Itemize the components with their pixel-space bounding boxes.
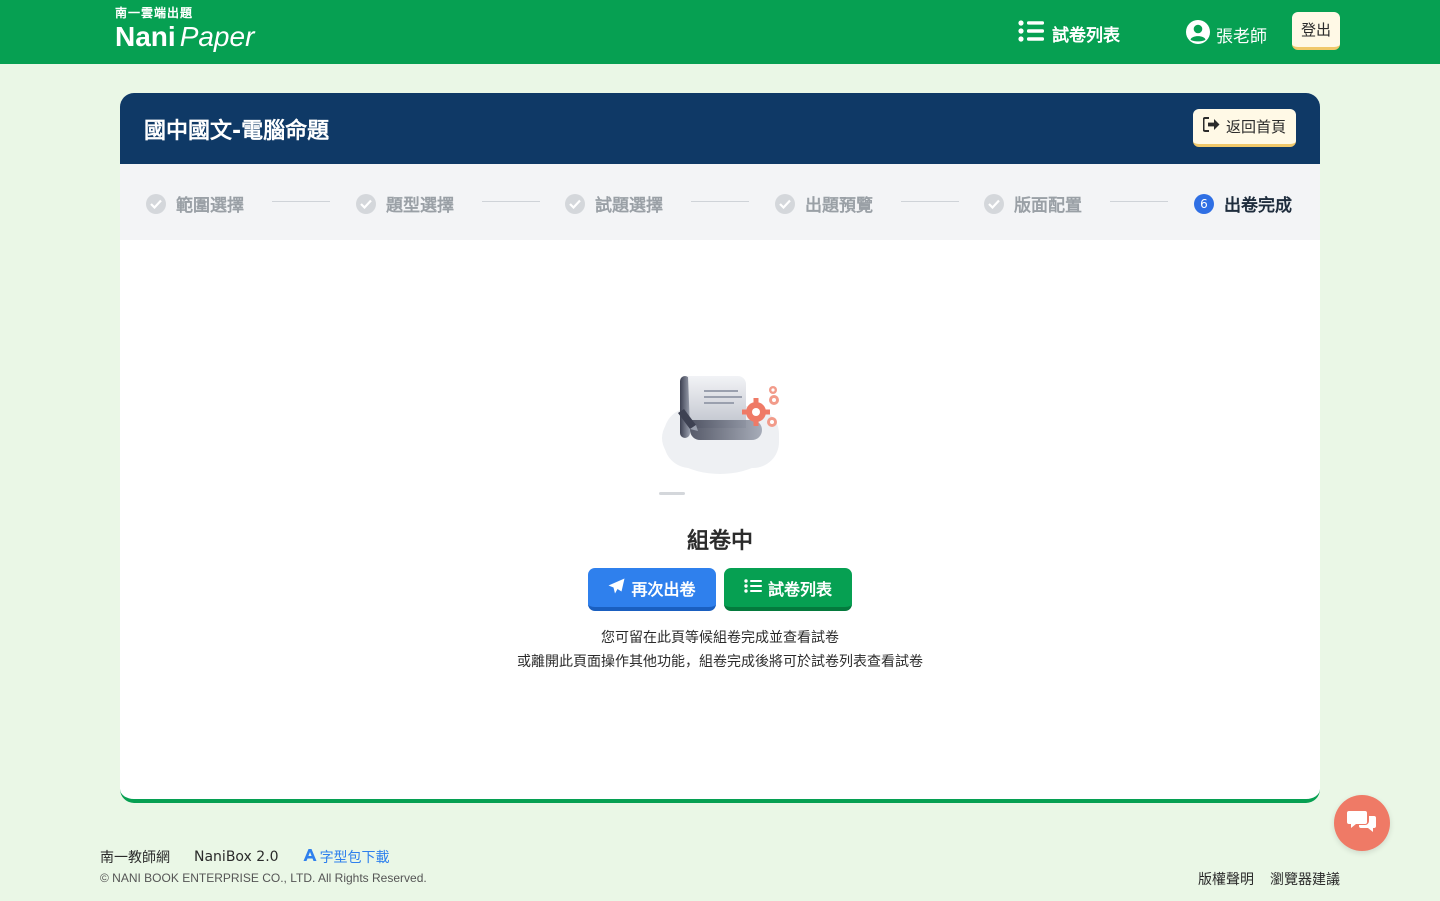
browser-suggestion-link[interactable]: 瀏覽器建議 [1270, 869, 1340, 889]
loading-dash [659, 492, 685, 495]
step-label: 試題選擇 [595, 196, 663, 216]
paper-plane-icon [608, 578, 625, 598]
step-layout: 版面配置 [984, 191, 1082, 216]
footer-links: 南一教師網 NaniBox 2.0 字型包下載 [100, 847, 390, 867]
check-circle-icon [984, 193, 1004, 214]
font-download-label: 字型包下載 [319, 850, 390, 866]
page-title: 國中國文-電腦命題 [144, 119, 330, 144]
nav-paper-list[interactable]: 試卷列表 [1018, 20, 1120, 46]
paper-list-label: 試卷列表 [767, 579, 832, 599]
copyright-notice-link[interactable]: 版權聲明 [1198, 869, 1254, 889]
stepper: 範圍選擇 題型選擇 試題選擇 出題預覽 版面配置 6 出卷完成 [120, 164, 1320, 240]
step-connector [901, 201, 959, 202]
hint-line: 您可留在此頁等候組卷完成並查看試卷 [601, 630, 839, 646]
status-hint: 您可留在此頁等候組卷完成並查看試卷 或離開此頁面操作其他功能，組卷完成後將可於試… [120, 626, 1320, 674]
footer-right-links: 版權聲明 瀏覽器建議 [1198, 869, 1340, 889]
step-question-select: 試題選擇 [565, 191, 663, 216]
compose-again-button[interactable]: 再次出卷 [588, 568, 716, 611]
card-header: 國中國文-電腦命題 返回首頁 [120, 93, 1320, 164]
check-circle-icon [775, 193, 795, 214]
step-label: 範圍選擇 [176, 196, 244, 216]
brand-name-italic: Paper [179, 21, 255, 52]
check-circle-icon [146, 193, 166, 214]
font-download-link[interactable]: 字型包下載 [303, 847, 390, 867]
step-question-type: 題型選擇 [356, 191, 454, 216]
compose-again-label: 再次出卷 [631, 579, 696, 599]
step-label: 出題預覽 [805, 196, 873, 216]
user-circle-icon [1186, 20, 1210, 48]
back-home-label: 返回首頁 [1225, 118, 1286, 136]
step-preview: 出題預覽 [775, 191, 873, 216]
step-connector [691, 201, 749, 202]
step-complete: 6 出卷完成 [1194, 191, 1292, 216]
check-circle-icon [356, 193, 376, 214]
nav-paper-list-label: 試卷列表 [1052, 25, 1120, 46]
check-circle-icon [565, 193, 585, 214]
step-label: 題型選擇 [386, 196, 454, 216]
brand-name-bold: Nani [115, 21, 176, 52]
brand-logo[interactable]: 南一雲端出題 Nani Paper [115, 5, 254, 53]
footer-link-nanibox[interactable]: NaniBox 2.0 [194, 849, 279, 865]
brand-name: Nani Paper [115, 21, 254, 53]
status-title: 組卷中 [686, 529, 753, 554]
step-label: 版面配置 [1014, 196, 1082, 216]
action-buttons: 再次出卷 試卷列表 [588, 568, 852, 611]
sign-out-icon [1202, 117, 1220, 136]
step-number-badge: 6 [1194, 193, 1214, 214]
logout-button[interactable]: 登出 [1292, 12, 1340, 50]
font-icon [303, 848, 317, 866]
step-connector [1110, 201, 1168, 202]
copyright-text: © NANI BOOK ENTERPRISE CO., LTD. All Rig… [100, 871, 427, 885]
user-name: 張老師 [1216, 26, 1267, 47]
chat-button[interactable] [1334, 795, 1390, 851]
hint-line: 或離開此頁面操作其他功能，組卷完成後將可於試卷列表查看試卷 [517, 654, 923, 670]
step-connector [272, 201, 330, 202]
step-connector [482, 201, 540, 202]
step-label: 出卷完成 [1224, 196, 1292, 216]
composing-paper-illustration [660, 368, 790, 478]
paper-list-button[interactable]: 試卷列表 [724, 568, 852, 611]
main-card: 國中國文-電腦命題 返回首頁 範圍選擇 題型選擇 試題選擇 出題預覽 版面配置 … [120, 93, 1320, 803]
back-home-button[interactable]: 返回首頁 [1192, 109, 1296, 147]
step-range: 範圍選擇 [146, 191, 244, 216]
top-navbar: 南一雲端出題 Nani Paper 試卷列表 張老師 登出 [0, 0, 1440, 64]
chat-bubbles-icon [1347, 809, 1377, 837]
footer-link-nani-teacher[interactable]: 南一教師網 [100, 847, 170, 867]
nav-user[interactable]: 張老師 [1186, 20, 1267, 48]
list-icon [744, 578, 762, 597]
brand-subtitle: 南一雲端出題 [115, 6, 194, 20]
list-icon [1018, 20, 1044, 46]
